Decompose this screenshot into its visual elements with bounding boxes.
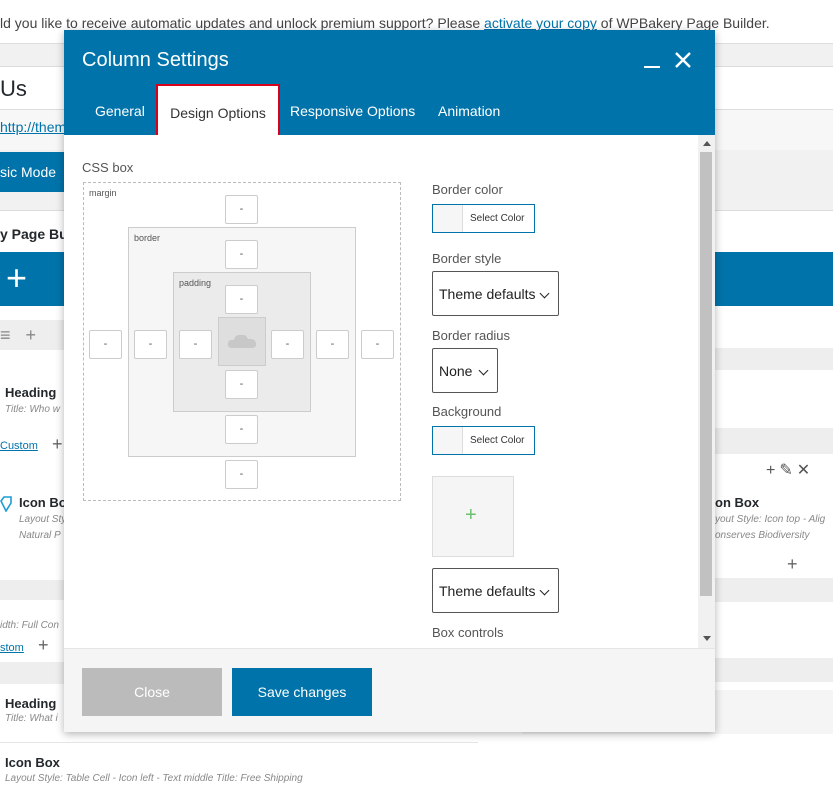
padding-label: padding bbox=[179, 278, 212, 288]
background-label: Background bbox=[432, 404, 502, 419]
activate-link[interactable]: activate your copy bbox=[484, 15, 597, 31]
save-changes-button[interactable]: Save changes bbox=[232, 668, 372, 716]
right-column-footer-2 bbox=[715, 658, 833, 682]
right-column-toolbar bbox=[715, 428, 833, 454]
custom-link[interactable]: Custom bbox=[0, 440, 38, 452]
padding-left-input[interactable]: - bbox=[179, 330, 212, 359]
classic-mode-button[interactable]: sic Mode bbox=[0, 152, 64, 192]
element-subtitle: Title: Who w bbox=[5, 404, 60, 415]
border-label: border bbox=[134, 233, 161, 243]
element-subtitle: Title: What i bbox=[5, 713, 58, 724]
element-title: Icon Box bbox=[5, 755, 60, 770]
delete-icon[interactable]: ✕ bbox=[797, 462, 814, 479]
chevron-down-icon bbox=[478, 365, 489, 376]
right-column-footer bbox=[715, 578, 833, 602]
minimize-icon[interactable] bbox=[644, 66, 660, 68]
border-right-input[interactable]: - bbox=[316, 330, 349, 359]
border-radius-value: None bbox=[439, 363, 473, 379]
tab-responsive-options[interactable]: Responsive Options bbox=[290, 103, 415, 119]
element-title: Heading bbox=[5, 696, 57, 711]
column-settings-modal: Column Settings General Design Options R… bbox=[64, 30, 715, 732]
drag-icon[interactable]: ≡ bbox=[0, 325, 11, 345]
chevron-down-icon bbox=[539, 585, 550, 596]
add-column-icon[interactable]: + bbox=[26, 325, 37, 345]
diamond-icon bbox=[0, 496, 12, 512]
element-subtitle: Natural P bbox=[19, 530, 61, 541]
add-icon[interactable]: + bbox=[38, 635, 49, 656]
border-style-value: Theme defaults bbox=[439, 286, 536, 302]
border-style-select[interactable]: Theme defaults bbox=[432, 271, 559, 316]
edit-icon[interactable]: ✎ bbox=[779, 462, 796, 479]
background-style-select[interactable]: Theme defaults bbox=[432, 568, 559, 613]
padding-top-input[interactable]: - bbox=[225, 285, 258, 314]
modal-title: Column Settings bbox=[82, 49, 229, 71]
padding-bottom-input[interactable]: - bbox=[225, 370, 258, 399]
right-column-header bbox=[715, 348, 833, 370]
element-subtitle: Layout Style: Table Cell - Icon left - T… bbox=[5, 773, 303, 784]
left-column-divider-2 bbox=[0, 662, 64, 684]
notice-text-end: of WPBakery Page Builder. bbox=[596, 15, 770, 31]
border-left-input[interactable]: - bbox=[134, 330, 167, 359]
modal-header: Column Settings General Design Options R… bbox=[64, 30, 715, 138]
add-icon[interactable]: + bbox=[766, 462, 779, 479]
border-style-label: Border style bbox=[432, 251, 502, 266]
modal-footer: Close Save changes bbox=[64, 648, 715, 732]
row-control-icons[interactable]: ≡ + bbox=[0, 325, 36, 346]
page-title: Us bbox=[0, 76, 27, 101]
border-radius-select[interactable]: None bbox=[432, 348, 498, 393]
background-color-swatch bbox=[433, 427, 463, 454]
scroll-up-arrow-icon[interactable] bbox=[703, 141, 711, 146]
border-color-label: Border color bbox=[432, 182, 503, 197]
margin-bottom-input[interactable]: - bbox=[225, 460, 258, 489]
custom-link[interactable]: stom bbox=[0, 642, 24, 654]
border-bottom-input[interactable]: - bbox=[225, 415, 258, 444]
background-image-upload[interactable]: + bbox=[432, 476, 514, 557]
element-title: Heading bbox=[5, 385, 57, 400]
background-style-value: Theme defaults bbox=[439, 583, 536, 599]
add-icon[interactable]: + bbox=[787, 554, 798, 575]
margin-top-input[interactable]: - bbox=[225, 195, 258, 224]
background-color-button-label: Select Color bbox=[470, 435, 525, 446]
border-top-input[interactable]: - bbox=[225, 240, 258, 269]
tab-design-options[interactable]: Design Options bbox=[156, 84, 280, 138]
tab-general[interactable]: General bbox=[95, 103, 145, 119]
margin-left-input[interactable]: - bbox=[89, 330, 122, 359]
padding-right-input[interactable]: - bbox=[271, 330, 304, 359]
border-color-button[interactable]: Select Color bbox=[432, 204, 535, 233]
element-subtitle: Layout Styl bbox=[19, 514, 69, 525]
chevron-down-icon bbox=[539, 288, 550, 299]
add-icon[interactable]: + bbox=[52, 434, 63, 455]
border-color-swatch bbox=[433, 205, 463, 232]
margin-right-input[interactable]: - bbox=[361, 330, 394, 359]
close-button[interactable]: Close bbox=[82, 668, 222, 716]
background-color-button[interactable]: Select Color bbox=[432, 426, 535, 455]
border-radius-label: Border radius bbox=[432, 328, 511, 343]
element-controls[interactable]: +✎✕ bbox=[766, 460, 814, 480]
element-title: on Box bbox=[715, 495, 760, 510]
scrollbar-thumb[interactable] bbox=[700, 152, 712, 596]
scroll-down-arrow-icon[interactable] bbox=[703, 636, 711, 641]
add-element-icon[interactable]: + bbox=[6, 258, 27, 298]
tab-animation[interactable]: Animation bbox=[438, 103, 500, 119]
left-column-divider bbox=[0, 580, 64, 600]
row-width-info: idth: Full Con bbox=[0, 620, 59, 631]
margin-label: margin bbox=[89, 188, 117, 198]
notice-text: ld you like to receive automatic updates… bbox=[0, 15, 485, 31]
element-subtitle: yout Style: Icon top - Alig bbox=[715, 514, 826, 525]
box-controls-label: Box controls bbox=[432, 625, 504, 640]
css-box-label: CSS box bbox=[82, 160, 134, 175]
close-icon[interactable] bbox=[673, 50, 693, 70]
permalink-link[interactable]: http://them bbox=[0, 119, 66, 135]
border-color-button-label: Select Color bbox=[470, 213, 525, 224]
plus-icon: + bbox=[465, 504, 477, 526]
cloud-icon bbox=[227, 334, 257, 348]
element-subtitle: onserves Biodiversity bbox=[715, 530, 810, 541]
